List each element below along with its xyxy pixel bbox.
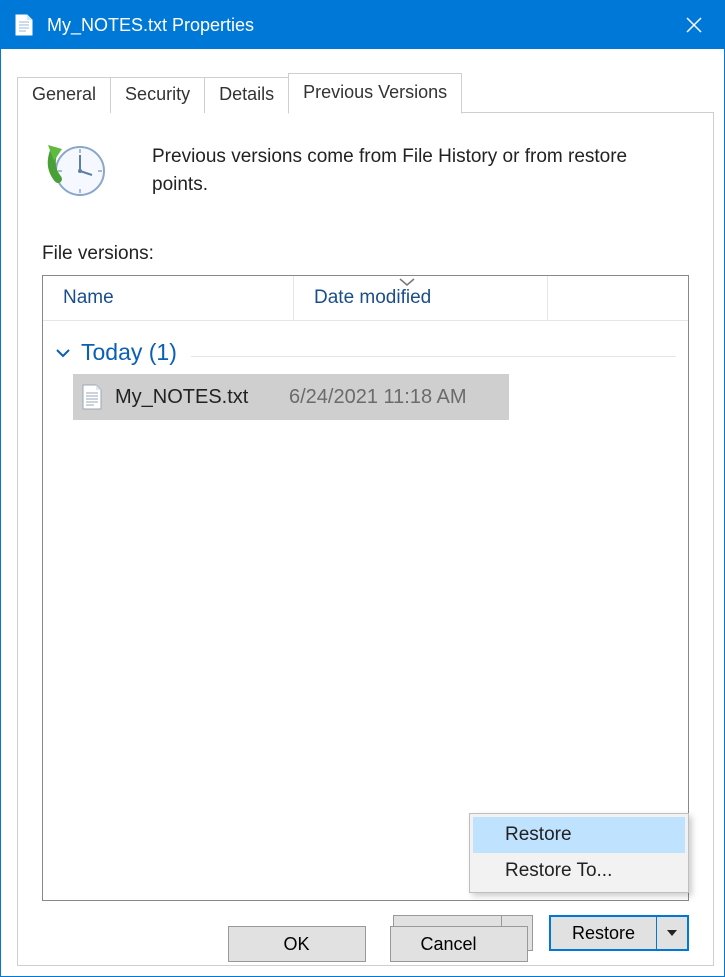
chevron-down-icon xyxy=(398,274,416,290)
file-versions-list[interactable]: Name Date modified Today (1) xyxy=(42,275,689,901)
group-label: Today (1) xyxy=(81,339,177,366)
tab-general[interactable]: General xyxy=(17,77,111,113)
ok-button[interactable]: OK xyxy=(228,926,366,962)
menu-item-restore-to[interactable]: Restore To... xyxy=(473,853,685,889)
titlebar: My_NOTES.txt Properties xyxy=(1,1,724,49)
file-versions-label: File versions: xyxy=(42,243,689,265)
list-body: Today (1) xyxy=(43,321,688,420)
properties-dialog: My_NOTES.txt Properties General Security… xyxy=(0,0,725,977)
dialog-buttons: OK Cancel xyxy=(1,926,724,962)
column-name[interactable]: Name xyxy=(43,276,294,320)
window-title: My_NOTES.txt Properties xyxy=(47,15,254,36)
tab-security[interactable]: Security xyxy=(110,77,205,113)
tab-previous-versions[interactable]: Previous Versions xyxy=(288,73,462,114)
intro-text: Previous versions come from File History… xyxy=(152,141,652,198)
list-header: Name Date modified xyxy=(43,276,688,321)
column-date-modified[interactable]: Date modified xyxy=(294,276,548,320)
restore-dropdown-menu: Restore Restore To... xyxy=(469,813,689,893)
close-button[interactable] xyxy=(664,1,724,49)
list-item[interactable]: My_NOTES.txt 6/24/2021 11:18 AM xyxy=(73,374,509,420)
cancel-button[interactable]: Cancel xyxy=(390,926,528,962)
chevron-down-icon xyxy=(55,339,71,366)
group-divider xyxy=(191,356,676,357)
group-header-today[interactable]: Today (1) xyxy=(55,339,676,366)
menu-item-restore[interactable]: Restore xyxy=(473,817,685,853)
intro-row: Previous versions come from File History… xyxy=(42,141,689,201)
file-date: 6/24/2021 11:18 AM xyxy=(289,386,467,409)
document-icon xyxy=(15,14,33,36)
tab-details[interactable]: Details xyxy=(204,77,289,113)
tab-content: Previous versions come from File History… xyxy=(17,113,714,966)
restore-clock-icon xyxy=(46,141,106,201)
file-name: My_NOTES.txt xyxy=(115,386,287,409)
tabstrip: General Security Details Previous Versio… xyxy=(1,49,724,113)
column-spacer xyxy=(548,276,688,320)
text-file-icon xyxy=(79,384,105,410)
